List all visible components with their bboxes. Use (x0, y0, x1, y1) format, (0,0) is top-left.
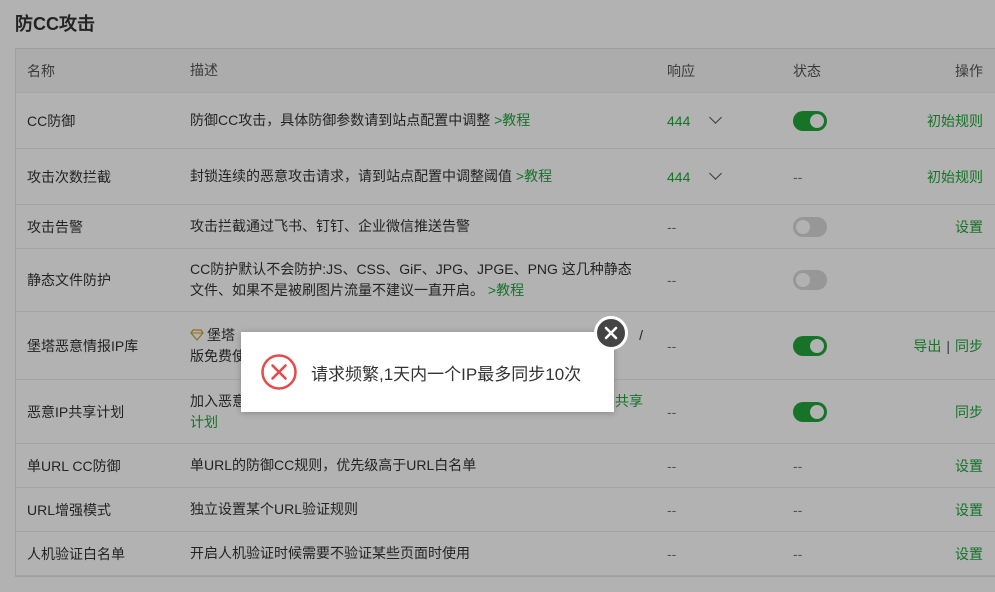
close-icon[interactable] (597, 319, 625, 347)
dialog-message: 请求频繁,1天内一个IP最多同步10次 (311, 364, 582, 384)
page: 防CC攻击 名称 描述 响应 状态 操作 CC防御 防御CC攻击，具体防御参数请… (0, 0, 995, 592)
error-circle-icon (261, 354, 297, 390)
modal-overlay[interactable] (0, 0, 995, 592)
error-dialog: 请求频繁,1天内一个IP最多同步10次 (241, 332, 614, 412)
close-button[interactable] (594, 316, 628, 350)
